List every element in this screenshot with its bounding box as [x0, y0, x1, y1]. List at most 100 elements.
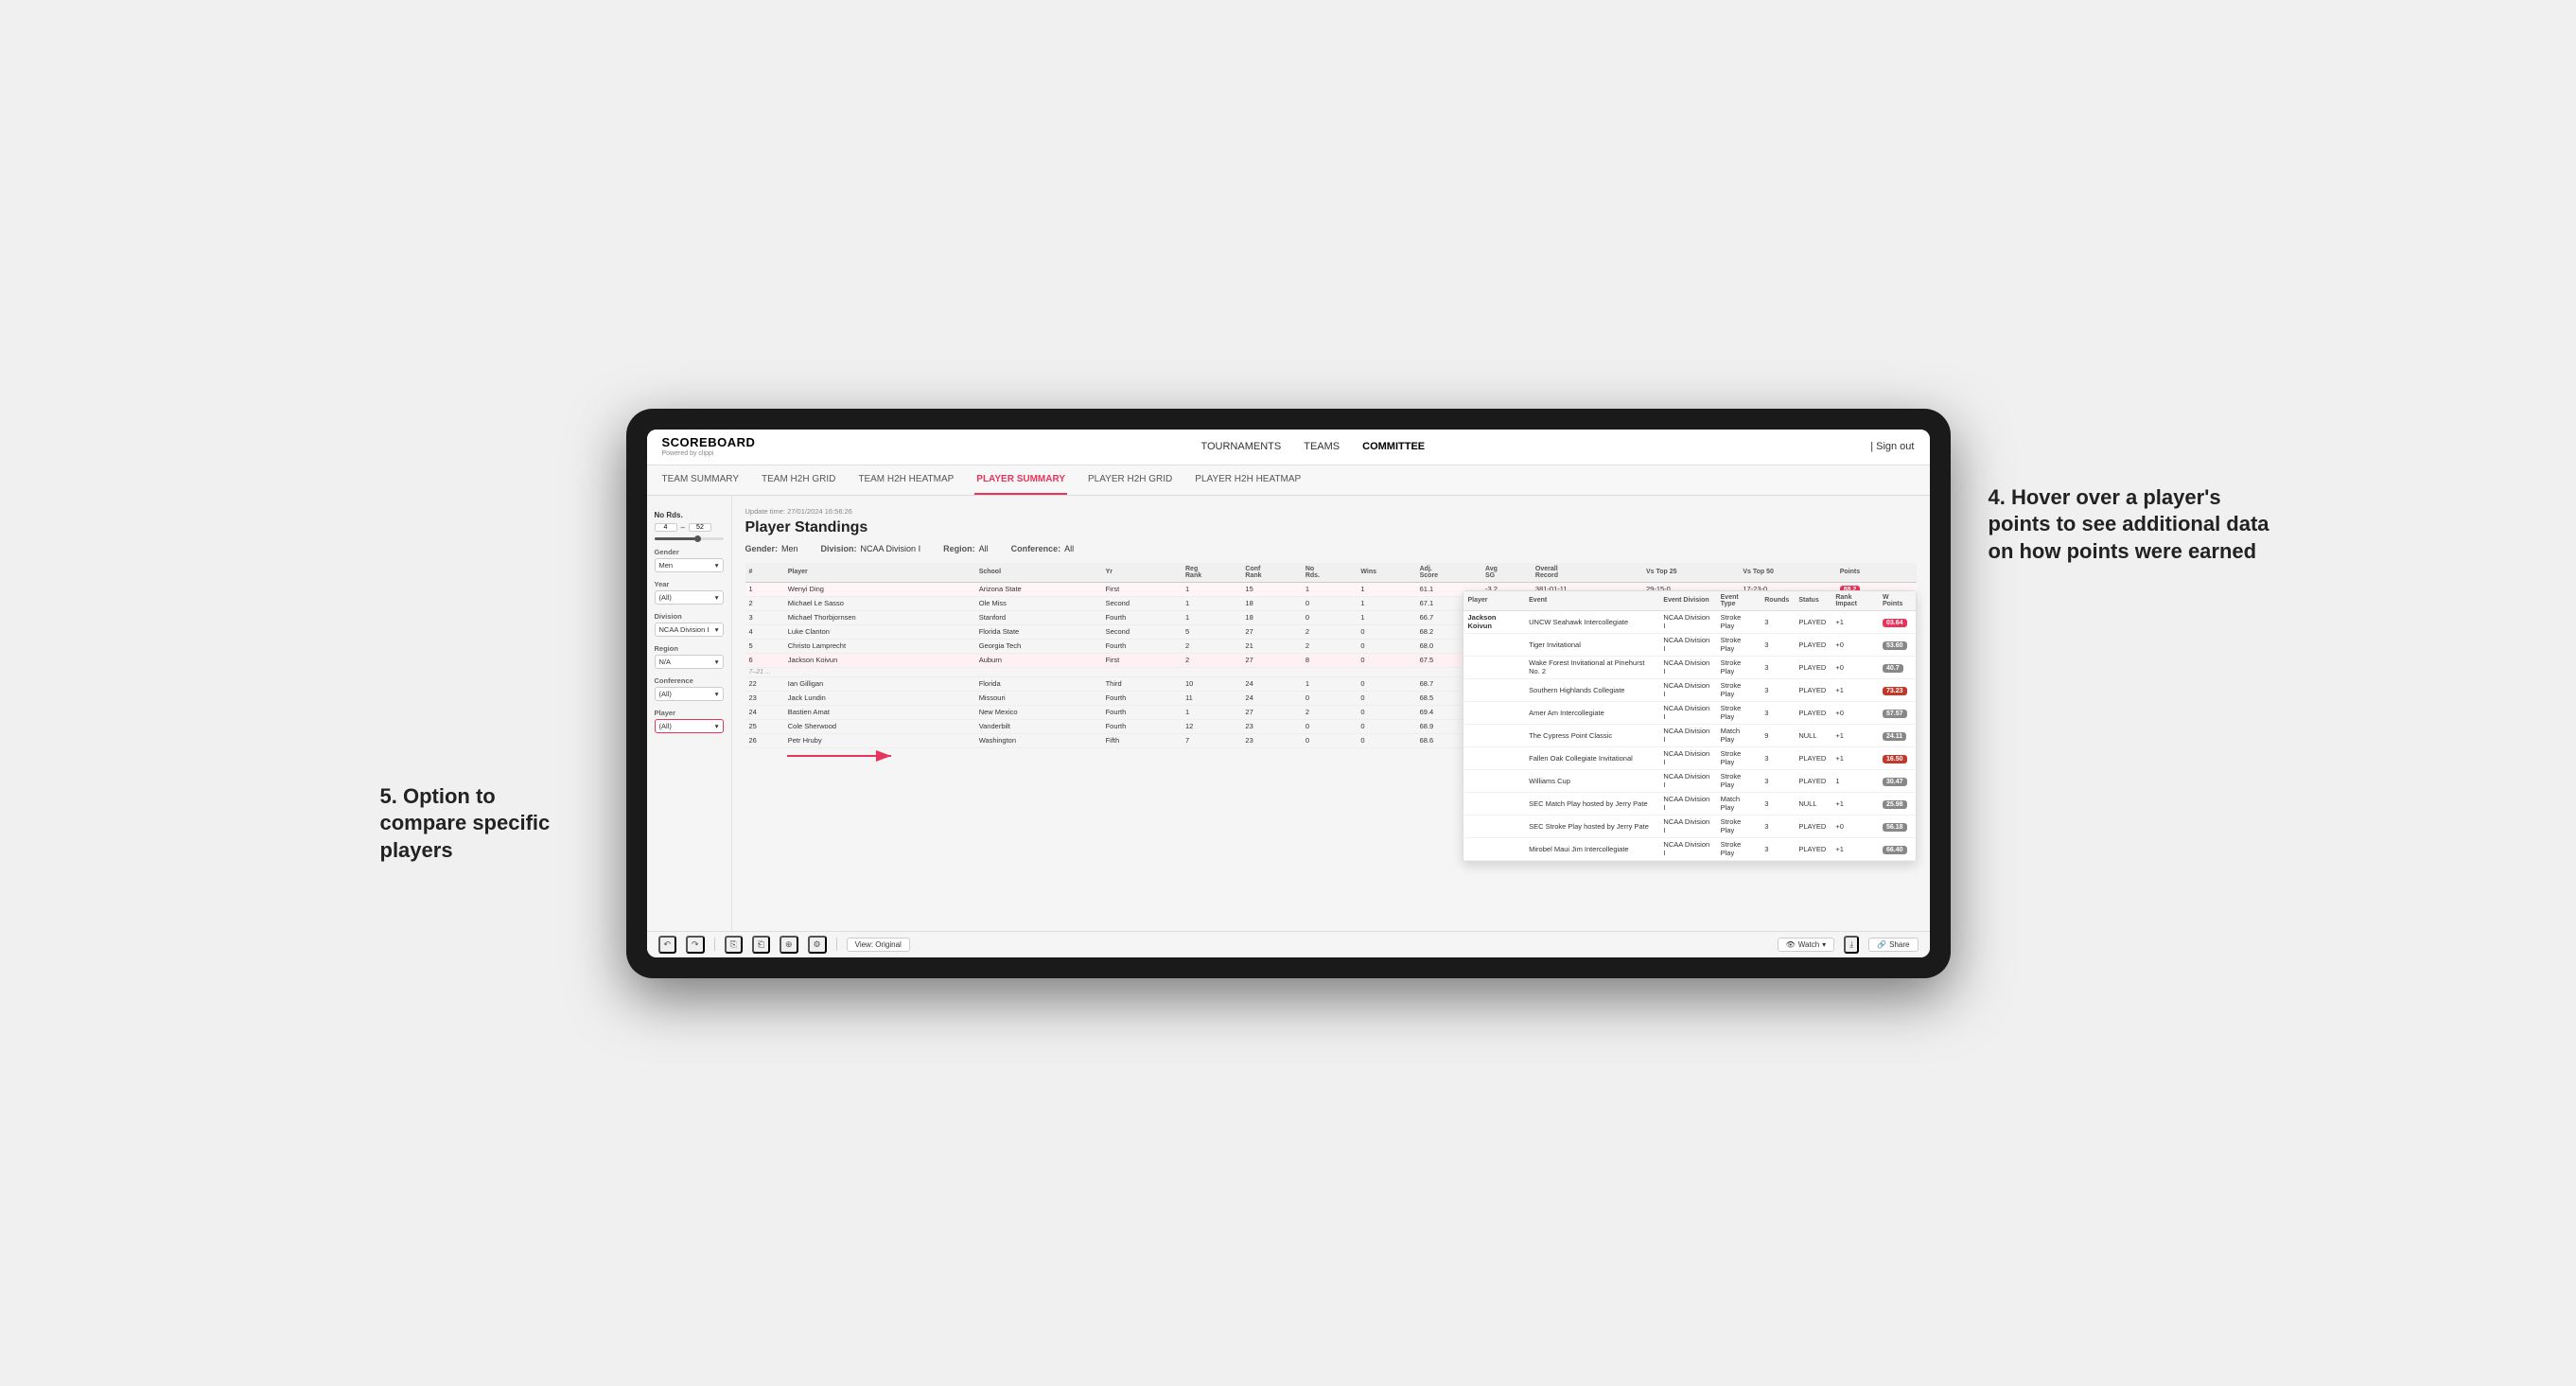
- download-button[interactable]: ⤓: [1844, 936, 1859, 954]
- cell-yr: Fifth: [1102, 733, 1182, 747]
- slider-fill: [655, 537, 696, 540]
- copy-button[interactable]: ⎘: [725, 936, 743, 954]
- undo-button[interactable]: ↶: [658, 936, 677, 954]
- brand: SCOREBOARD Powered by clippi: [662, 435, 756, 458]
- subnav-player-h2h-heatmap[interactable]: PLAYER H2H HEATMAP: [1193, 465, 1303, 495]
- cell-yr: Second: [1102, 596, 1182, 610]
- no-rds-min-input[interactable]: [655, 523, 677, 532]
- region-value: N/A: [659, 658, 672, 666]
- no-rds-max-input[interactable]: [689, 523, 711, 532]
- cell-school: Ole Miss: [975, 596, 1102, 610]
- nav-committee[interactable]: COMMITTEE: [1362, 441, 1425, 452]
- subnav-team-h2h-heatmap[interactable]: TEAM H2H HEATMAP: [856, 465, 955, 495]
- cell-yr: Fourth: [1102, 639, 1182, 653]
- filter-gender: Gender: Men: [745, 544, 798, 553]
- col-points: Points: [1836, 563, 1917, 583]
- cell-rank: 25: [745, 719, 784, 733]
- cell-yr: Fourth: [1102, 719, 1182, 733]
- player-chevron: ▾: [715, 722, 719, 730]
- region-select[interactable]: N/A ▾: [655, 655, 724, 669]
- cell-player: Bastien Amat: [784, 705, 975, 719]
- popup-cell-rounds: 3: [1760, 610, 1794, 633]
- subnav-team-summary[interactable]: TEAM SUMMARY: [660, 465, 742, 495]
- sign-out[interactable]: | Sign out: [1870, 441, 1914, 452]
- cell-no-rds: 1: [1302, 582, 1358, 596]
- col-adj-score: Adj.Score: [1416, 563, 1481, 583]
- popup-row: Williams Cup NCAA Division I Stroke Play…: [1463, 769, 1916, 792]
- eye-icon: 👁: [1786, 940, 1796, 949]
- popup-cell-division: NCAA Division I: [1658, 610, 1715, 633]
- popup-row: SEC Match Play hosted by Jerry Pate NCAA…: [1463, 792, 1916, 815]
- cell-player: Michael Le Sasso: [784, 596, 975, 610]
- no-rds-label: No Rds.: [655, 511, 724, 519]
- subnav-team-h2h-grid[interactable]: TEAM H2H GRID: [760, 465, 837, 495]
- redo-button[interactable]: ↷: [686, 936, 705, 954]
- cell-school: New Mexico: [975, 705, 1102, 719]
- cell-school: Georgia Tech: [975, 639, 1102, 653]
- player-select[interactable]: (All) ▾: [655, 719, 724, 733]
- filter-division-value: NCAA Division I: [861, 544, 921, 553]
- cell-yr: Fourth: [1102, 691, 1182, 705]
- popup-table: Player Event Event Division Event Type R…: [1463, 591, 1916, 861]
- subnav-player-h2h-grid[interactable]: PLAYER H2H GRID: [1086, 465, 1174, 495]
- gender-select[interactable]: Men ▾: [655, 558, 724, 572]
- filter-division: Division: NCAA Division I: [821, 544, 921, 553]
- paste-button[interactable]: ⎗: [752, 936, 770, 954]
- cell-school: Vanderbilt: [975, 719, 1102, 733]
- cell-conf-rank: 15: [1241, 582, 1301, 596]
- share-button[interactable]: 🔗 Share: [1868, 938, 1918, 952]
- year-chevron: ▾: [715, 593, 719, 602]
- subnav-player-summary[interactable]: PLAYER SUMMARY: [974, 465, 1067, 495]
- cell-rank: 24: [745, 705, 784, 719]
- popup-cell-status: PLAYED: [1794, 610, 1831, 633]
- cell-reg-rank: 1: [1182, 582, 1241, 596]
- cell-school: Auburn: [975, 653, 1102, 667]
- cell-rank: 6: [745, 653, 784, 667]
- filter-conference-label: Conference:: [1011, 544, 1061, 553]
- division-value: NCAA Division I: [659, 625, 710, 634]
- popup-cell-player: Jackson Koivun: [1463, 610, 1525, 633]
- cell-school: Stanford: [975, 610, 1102, 624]
- view-original-button[interactable]: View: Original: [847, 938, 910, 952]
- filter-division-label: Division:: [821, 544, 857, 553]
- add-button[interactable]: ⊕: [780, 936, 798, 954]
- cell-rank: 1: [745, 582, 784, 596]
- cell-yr: First: [1102, 653, 1182, 667]
- division-label: Division: [655, 612, 724, 621]
- popup-row: Mirobel Maui Jim Intercollegiate NCAA Di…: [1463, 837, 1916, 860]
- cell-player: Jackson Koivun: [784, 653, 975, 667]
- col-reg-rank: RegRank: [1182, 563, 1241, 583]
- popup-col-status: Status: [1794, 591, 1831, 611]
- popup-row: Jackson Koivun UNCW Seahawk Intercollegi…: [1463, 610, 1916, 633]
- player-label: Player: [655, 709, 724, 717]
- popup-cell-type: Stroke Play: [1716, 610, 1761, 633]
- col-vs50: Vs Top 50: [1739, 563, 1835, 583]
- cell-player: Wenyi Ding: [784, 582, 975, 596]
- no-rds-slider[interactable]: [655, 537, 724, 540]
- cell-rank: 26: [745, 733, 784, 747]
- tablet-frame: SCOREBOARD Powered by clippi TOURNAMENTS…: [626, 409, 1951, 978]
- popup-col-rounds: Rounds: [1760, 591, 1794, 611]
- division-select[interactable]: NCAA Division I ▾: [655, 623, 724, 637]
- popup-cell-points[interactable]: 03.64: [1878, 610, 1916, 633]
- annotation-right: 4. Hover over a player's points to see a…: [1989, 484, 2272, 566]
- conference-select[interactable]: (All) ▾: [655, 687, 724, 701]
- cell-yr: Third: [1102, 676, 1182, 691]
- nav-teams[interactable]: TEAMS: [1304, 441, 1340, 452]
- cell-yr: First: [1102, 582, 1182, 596]
- popup-col-points: W Points: [1878, 591, 1916, 611]
- filter-gender-label: Gender:: [745, 544, 779, 553]
- watch-button[interactable]: 👁 Watch ▾: [1778, 938, 1835, 952]
- cell-school: Florida State: [975, 624, 1102, 639]
- cell-player: Christo Lamprecht: [784, 639, 975, 653]
- popup-row: The Cypress Point Classic NCAA Division …: [1463, 724, 1916, 746]
- cell-wins: 1: [1357, 582, 1415, 596]
- tablet-screen: SCOREBOARD Powered by clippi TOURNAMENTS…: [647, 430, 1930, 957]
- standings-title: Player Standings: [745, 519, 1917, 536]
- sidebar: No Rds. – Gender Men ▾ Y: [647, 496, 732, 931]
- year-select[interactable]: (All) ▾: [655, 590, 724, 605]
- nav-tournaments[interactable]: TOURNAMENTS: [1200, 441, 1281, 452]
- settings-button[interactable]: ⚙: [808, 936, 827, 954]
- slider-thumb: [694, 535, 701, 542]
- share-icon: 🔗: [1877, 940, 1886, 949]
